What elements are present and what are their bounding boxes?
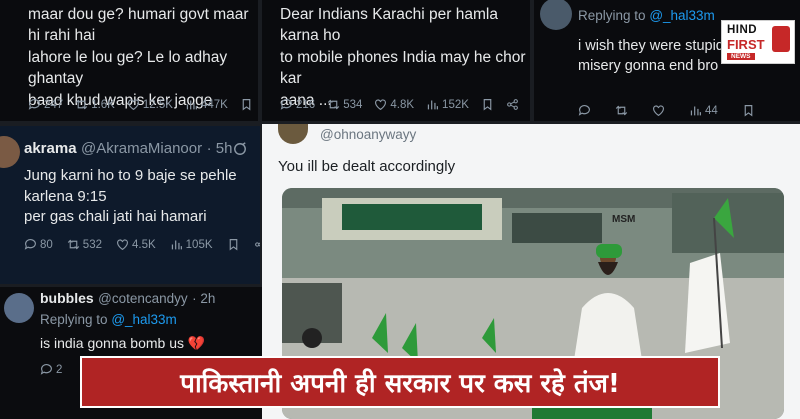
share-button[interactable] <box>506 98 519 111</box>
heart-icon <box>653 105 664 117</box>
views-button[interactable]: 105K <box>170 238 213 251</box>
tweet-text-line: to mobile phones India may he chor kar <box>280 48 526 88</box>
hindfirst-logo: HIND FIRST NEWS <box>721 20 795 64</box>
like-count: 12.5K <box>142 98 173 111</box>
display-name[interactable]: akrama <box>24 140 77 157</box>
reply-button[interactable]: 80 <box>24 238 53 251</box>
bookmark-icon <box>229 239 237 251</box>
share-icon <box>254 242 260 247</box>
like-button[interactable]: 4.5K <box>116 238 156 251</box>
reply-count: 247 <box>44 98 64 111</box>
share-button[interactable] <box>254 238 260 251</box>
bookmark-icon <box>744 105 753 117</box>
view-count: 447K <box>200 98 228 111</box>
replying-to-label: Replying to <box>578 8 646 23</box>
views-icon <box>427 100 439 110</box>
user-handle[interactable]: @AkramaMianoor <box>81 140 202 157</box>
tweet-text-line: lahore le lou ge? Le lo adhay ghantay <box>28 48 228 88</box>
share-icon <box>507 99 518 110</box>
headline-text: पाकिस्तानी अपनी ही सरकार पर कस रहे तंज! <box>180 369 620 399</box>
reply-count: 80 <box>40 238 53 251</box>
user-handle[interactable]: @ohnoanywayy <box>320 127 416 142</box>
bookmark-icon <box>242 99 251 111</box>
replying-to-handle[interactable]: @_hal33m <box>111 312 177 327</box>
tweet-card-govt: maar dou ge? humari govt maar hi rahi ha… <box>0 0 258 121</box>
bookmark-button[interactable] <box>481 98 494 111</box>
heart-icon <box>117 239 128 251</box>
reply-icon <box>28 99 40 110</box>
avatar[interactable] <box>0 136 20 168</box>
like-count: 4.5K <box>131 238 156 251</box>
views-icon <box>186 100 197 110</box>
tweet-text-line: Dear Indians Karachi per hamla karna ho <box>280 6 498 45</box>
heart-icon <box>127 99 139 111</box>
bookmark-icon <box>483 99 492 111</box>
retweet-button[interactable]: 1.6K <box>75 98 115 111</box>
retweet-count: 534 <box>343 98 363 111</box>
logo-text-news: NEWS <box>727 53 755 60</box>
avatar[interactable] <box>4 293 34 323</box>
tweet-text: is india gonna bomb us <box>40 335 184 351</box>
reply-button[interactable] <box>578 104 591 117</box>
reply-count: 216 <box>296 98 316 111</box>
tweet-text-line: per gas chali jati hai hamari <box>24 208 207 226</box>
headline-banner: पाकिस्तानी अपनी ही सरकार पर कस रहे तंज! <box>80 356 720 408</box>
reply-count: 2 <box>56 363 63 376</box>
heart-icon <box>375 99 387 111</box>
bookmark-button[interactable] <box>227 238 240 251</box>
broken-heart-emoji: 💔 <box>187 335 206 351</box>
timestamp[interactable]: · 2h <box>192 291 215 306</box>
like-button[interactable]: 4.8K <box>374 98 414 111</box>
like-button[interactable] <box>652 104 665 117</box>
user-handle[interactable]: @cotencandyy <box>98 291 188 306</box>
tweet-text-line: Jung karni ho to 9 baje se pehle karlena… <box>24 167 237 205</box>
reply-icon <box>280 99 292 110</box>
reply-button[interactable]: 247 <box>28 98 63 111</box>
retweet-button[interactable] <box>615 104 628 117</box>
retweet-button[interactable]: 532 <box>67 238 102 251</box>
reply-icon <box>24 239 36 250</box>
view-count: 105K <box>185 238 213 251</box>
india-map-icon <box>772 26 790 52</box>
retweet-count: 532 <box>82 238 102 251</box>
retweet-button[interactable]: 534 <box>327 98 362 111</box>
views-icon <box>171 240 182 250</box>
views-button[interactable]: 152K <box>426 98 469 111</box>
grok-icon[interactable] <box>233 142 247 156</box>
retweet-icon <box>67 239 79 250</box>
logo-text-hind: HIND <box>727 24 758 36</box>
display-name[interactable]: bubbles <box>40 290 94 306</box>
reply-icon <box>578 105 590 116</box>
tweet-text-line: maar dou ge? humari govt maar hi rahi ha… <box>28 6 249 45</box>
views-button[interactable]: 44 <box>689 104 718 117</box>
reply-button[interactable]: 216 <box>280 98 315 111</box>
retweet-icon <box>328 99 340 110</box>
tweet-card-akrama: akrama @AkramaMianoor · 5h Jung karni ho… <box>0 126 260 284</box>
avatar[interactable] <box>278 124 308 144</box>
reply-icon <box>40 364 52 375</box>
retweet-count: 1.6K <box>91 98 115 111</box>
like-count: 4.8K <box>390 98 415 111</box>
tweet-card-karachi: Dear Indians Karachi per hamla karna ho … <box>262 0 530 121</box>
bookmark-button[interactable] <box>240 98 253 111</box>
tweet-text: You ill be dealt accordingly <box>278 158 456 175</box>
replying-to-label: Replying to <box>40 312 108 327</box>
photo-sign-text: MSM <box>612 214 636 225</box>
replying-to-handle[interactable]: @_hal33m <box>649 8 715 23</box>
like-button[interactable]: 12.5K <box>127 98 173 111</box>
view-count: 44 <box>705 104 718 117</box>
views-button[interactable]: 447K <box>185 98 228 111</box>
retweet-icon <box>76 99 88 110</box>
reply-button[interactable]: 2 <box>40 363 62 376</box>
logo-text-first: FIRST <box>727 37 765 52</box>
retweet-icon <box>615 105 628 116</box>
avatar[interactable] <box>540 0 572 30</box>
views-icon <box>690 106 701 116</box>
timestamp[interactable]: · 5h <box>207 140 233 157</box>
bookmark-button[interactable] <box>742 104 755 117</box>
view-count: 152K <box>442 98 469 111</box>
